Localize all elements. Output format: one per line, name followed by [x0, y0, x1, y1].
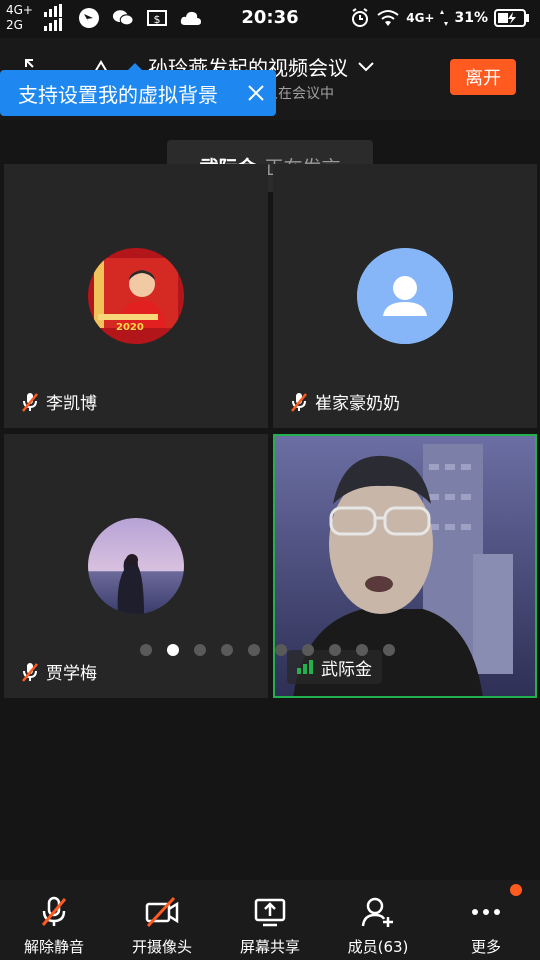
participant-name: 崔家豪奶奶	[315, 394, 400, 414]
battery-percent: 31%	[454, 10, 488, 26]
page-dot[interactable]	[356, 644, 368, 656]
page-dot[interactable]	[329, 644, 341, 656]
page-dot[interactable]	[383, 644, 395, 656]
participant-label: 李凯博	[20, 389, 97, 414]
page-dot-active[interactable]	[167, 644, 179, 656]
page-dot[interactable]	[221, 644, 233, 656]
add-member-icon	[361, 897, 393, 927]
members-button[interactable]: 成员(63)	[324, 880, 432, 960]
screen-share-button[interactable]: 屏幕共享	[216, 880, 324, 960]
battery-icon	[494, 9, 529, 27]
page-dot[interactable]	[302, 644, 314, 656]
unmute-label: 解除静音	[23, 938, 84, 956]
page-dot[interactable]	[194, 644, 206, 656]
page-dot[interactable]	[248, 644, 260, 656]
mic-muted-icon	[291, 392, 307, 412]
leave-button[interactable]: 离开	[450, 59, 516, 95]
page-indicator[interactable]	[140, 644, 395, 656]
signal-arrows-icon	[440, 10, 449, 26]
participant-video-tile[interactable]: 武际金	[273, 434, 537, 698]
notification-dot	[510, 884, 522, 896]
camera-off-icon	[145, 896, 179, 928]
page-dot[interactable]	[140, 644, 152, 656]
tooltip-text: 支持设置我的虚拟背景	[18, 82, 218, 107]
default-user-icon	[357, 248, 453, 344]
close-icon	[248, 85, 264, 101]
screen-share-label: 屏幕共享	[239, 938, 300, 956]
mic-muted-icon	[41, 896, 67, 926]
avatar	[357, 248, 453, 344]
participant-name: 李凯博	[46, 394, 97, 414]
avatar-badge-text: 2020	[116, 322, 144, 333]
more-label: 更多	[470, 938, 501, 956]
participant-name: 武际金	[321, 659, 372, 680]
camera-button[interactable]: 开摄像头	[108, 880, 216, 960]
avatar: 2020	[88, 248, 184, 344]
wifi-icon	[377, 10, 399, 26]
screen-share-icon	[254, 898, 286, 927]
audio-level-icon	[297, 660, 313, 674]
avatar	[88, 518, 184, 614]
participant-label: 贾学梅	[20, 659, 97, 684]
more-icon	[472, 909, 500, 915]
mic-muted-icon	[22, 392, 38, 412]
members-label: 成员(63)	[347, 938, 409, 956]
participant-tile[interactable]: 贾学梅	[4, 434, 268, 698]
tooltip-close-button[interactable]	[236, 73, 276, 113]
mic-muted-icon	[22, 662, 38, 682]
participant-tile[interactable]: 崔家豪奶奶	[273, 164, 537, 428]
chevron-down-icon	[358, 61, 374, 71]
participant-label: 崔家豪奶奶	[289, 389, 400, 414]
network-type-right: 4G+	[406, 11, 435, 25]
participant-name: 贾学梅	[46, 664, 97, 684]
page-dot[interactable]	[275, 644, 287, 656]
participant-tile[interactable]: 2020 李凯博	[4, 164, 268, 428]
camera-label: 开摄像头	[131, 938, 192, 956]
status-bar: 4G+ 2G $ 20:36 4G+ 31%	[0, 0, 540, 38]
virtual-background-tooltip[interactable]: 支持设置我的虚拟背景	[0, 63, 276, 116]
more-button[interactable]: 更多	[432, 880, 540, 960]
alarm-icon	[352, 8, 369, 27]
unmute-button[interactable]: 解除静音	[0, 880, 108, 960]
meeting-toolbar: 解除静音 开摄像头 屏幕共享 成员(63) 更多	[0, 880, 540, 960]
